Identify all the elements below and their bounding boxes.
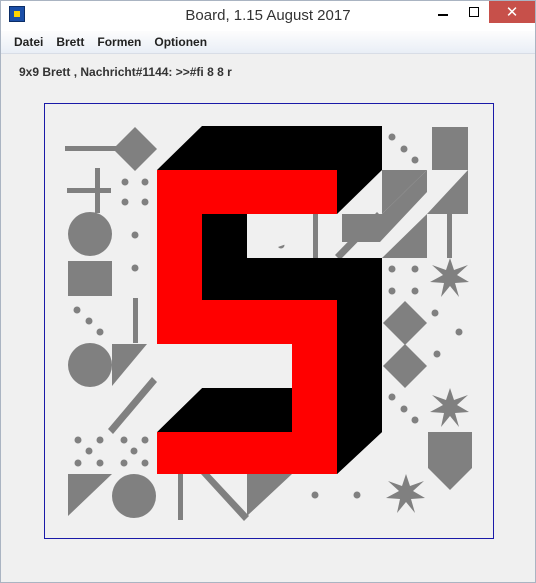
line-shape [447, 214, 452, 258]
dot [96, 436, 104, 444]
title-bar[interactable]: Board, 1.15 August 2017 ✕ [1, 1, 535, 31]
board-canvas[interactable] [44, 103, 494, 539]
menu-bar: Datei Brett Formen Optionen [1, 31, 535, 54]
dot [388, 133, 396, 141]
star-shape [386, 474, 425, 513]
digit-five-inner-shadow [202, 214, 247, 258]
diamond-shape [383, 344, 427, 388]
dot [131, 231, 139, 239]
close-button[interactable]: ✕ [489, 1, 535, 23]
dot [433, 350, 441, 358]
menu-brett[interactable]: Brett [56, 35, 84, 49]
minimize-button[interactable] [426, 1, 460, 23]
pentagon-shape [428, 432, 472, 490]
triangle-shape [68, 474, 112, 516]
dot [353, 491, 361, 499]
dot [411, 265, 419, 273]
menu-datei[interactable]: Datei [14, 35, 43, 49]
status-message: 9x9 Brett , Nachricht#1144: >>#fi 8 8 r [19, 65, 232, 79]
dot [74, 436, 82, 444]
maximize-button[interactable] [457, 1, 491, 23]
diamond-shape [113, 127, 157, 171]
dot [400, 405, 408, 413]
menu-optionen[interactable]: Optionen [154, 35, 207, 49]
dot [73, 306, 81, 314]
dot [388, 287, 396, 295]
board-drawing [65, 126, 472, 521]
triangle-shape [247, 474, 292, 516]
line-shape [178, 474, 183, 520]
dot [120, 459, 128, 467]
dot [96, 459, 104, 467]
triangle-shape [112, 344, 147, 386]
dot [411, 287, 419, 295]
line-shape [201, 470, 249, 521]
digit-five-inner-panel [247, 214, 292, 258]
dot [120, 436, 128, 444]
square-shape [432, 127, 468, 170]
app-window: Board, 1.15 August 2017 ✕ Datei Brett Fo… [0, 0, 536, 583]
dot [431, 309, 439, 317]
dot [411, 156, 419, 164]
star-shape [430, 388, 469, 427]
cross-shape-horizontal [67, 188, 111, 193]
dot [400, 145, 408, 153]
dot [388, 265, 396, 273]
minimize-icon [438, 14, 448, 16]
line-shape [313, 214, 318, 258]
dot [141, 178, 149, 186]
dot [411, 416, 419, 424]
line-shape [65, 146, 120, 151]
circle-shape [68, 343, 112, 387]
dot [455, 328, 463, 336]
maximize-icon [469, 7, 479, 17]
dot [85, 317, 93, 325]
dot [141, 436, 149, 444]
diamond-shape [383, 301, 427, 345]
menu-formen[interactable]: Formen [97, 35, 141, 49]
dot [141, 459, 149, 467]
circle-shape [112, 474, 156, 518]
dot [85, 447, 93, 455]
dot [121, 178, 129, 186]
line-shape [133, 298, 138, 343]
dot [121, 198, 129, 206]
square-shape [68, 261, 112, 296]
dot [96, 328, 104, 336]
close-icon: ✕ [505, 2, 519, 21]
digit-five-lower-panel-left [157, 344, 202, 388]
circle-shape [68, 212, 112, 256]
triangle-shape [427, 170, 468, 214]
dot [130, 447, 138, 455]
star-shape [430, 258, 469, 297]
dot [74, 459, 82, 467]
dot [388, 393, 396, 401]
dot [311, 491, 319, 499]
line-shape [108, 377, 157, 434]
dot [141, 198, 149, 206]
dot [131, 264, 139, 272]
